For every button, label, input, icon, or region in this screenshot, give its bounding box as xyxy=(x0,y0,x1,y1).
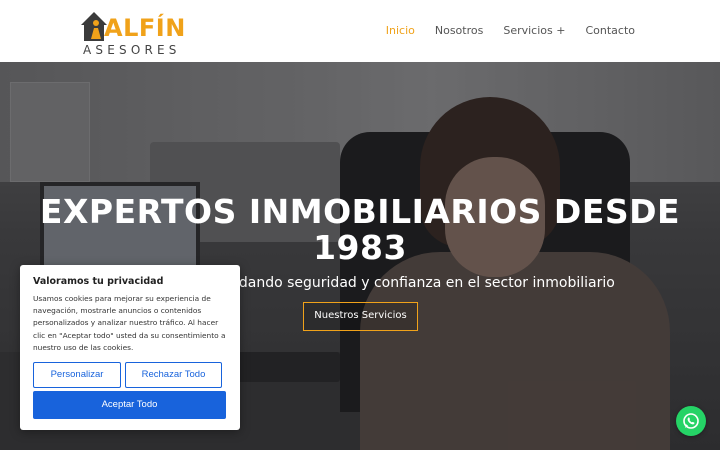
main-nav: Inicio Nosotros Servicios + Contacto xyxy=(386,24,635,38)
cookie-banner: Valoramos tu privacidad Usamos cookies p… xyxy=(20,265,240,430)
cookie-banner-title: Valoramos tu privacidad xyxy=(33,276,164,287)
whatsapp-button[interactable] xyxy=(676,406,706,436)
nav-item-contacto[interactable]: Contacto xyxy=(585,24,635,38)
site-header: ALFÍN ASESORES Inicio Nosotros Servicios… xyxy=(0,0,720,62)
nav-item-nosotros[interactable]: Nosotros xyxy=(435,24,483,38)
customize-cookies-button[interactable]: Personalizar xyxy=(33,362,121,388)
logo-word: ALFÍN xyxy=(104,14,186,42)
hero-subtitle: ndando seguridad y confianza en el secto… xyxy=(230,275,615,291)
accept-all-cookies-button[interactable]: Aceptar Todo xyxy=(33,391,226,419)
nav-item-servicios[interactable]: Servicios + xyxy=(503,24,565,38)
nav-item-inicio[interactable]: Inicio xyxy=(386,24,415,38)
logo[interactable]: ALFÍN ASESORES xyxy=(79,7,191,57)
hero-title: EXPERTOS INMOBILIARIOS DESDE 1983 xyxy=(39,192,681,267)
reject-all-cookies-button[interactable]: Rechazar Todo xyxy=(125,362,222,388)
whatsapp-icon xyxy=(683,413,699,429)
logo-subtitle: ASESORES xyxy=(83,43,181,57)
cookie-banner-text: Usamos cookies para mejorar su experienc… xyxy=(33,294,226,352)
nuestros-servicios-button[interactable]: Nuestros Servicios xyxy=(303,302,418,331)
